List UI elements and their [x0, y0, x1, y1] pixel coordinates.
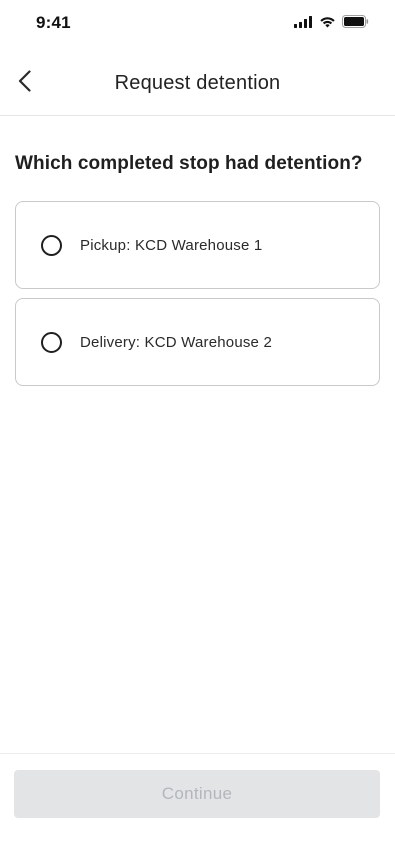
- continue-button[interactable]: Continue: [14, 770, 380, 818]
- status-time: 9:41: [36, 13, 71, 32]
- radio-button[interactable]: [41, 234, 62, 256]
- option-label: Pickup: KCD Warehouse 1: [80, 236, 263, 254]
- status-icons: [294, 15, 369, 28]
- option-delivery[interactable]: Delivery: KCD Warehouse 2: [15, 298, 380, 386]
- nav-header: Request detention: [0, 52, 395, 116]
- radio-button[interactable]: [41, 331, 62, 353]
- footer-divider: [0, 753, 395, 754]
- option-label: Delivery: KCD Warehouse 2: [80, 333, 273, 351]
- wifi-icon: [319, 16, 336, 28]
- page-title: Request detention: [114, 72, 281, 94]
- request-detention-screen: 9:41 Request detention Which completed s…: [0, 0, 395, 856]
- battery-icon: [342, 15, 369, 28]
- cellular-signal-icon: [294, 15, 313, 28]
- question-heading: Which completed stop had detention?: [15, 153, 363, 174]
- status-bar: 9:41: [0, 0, 395, 46]
- option-pickup[interactable]: Pickup: KCD Warehouse 1: [15, 201, 380, 289]
